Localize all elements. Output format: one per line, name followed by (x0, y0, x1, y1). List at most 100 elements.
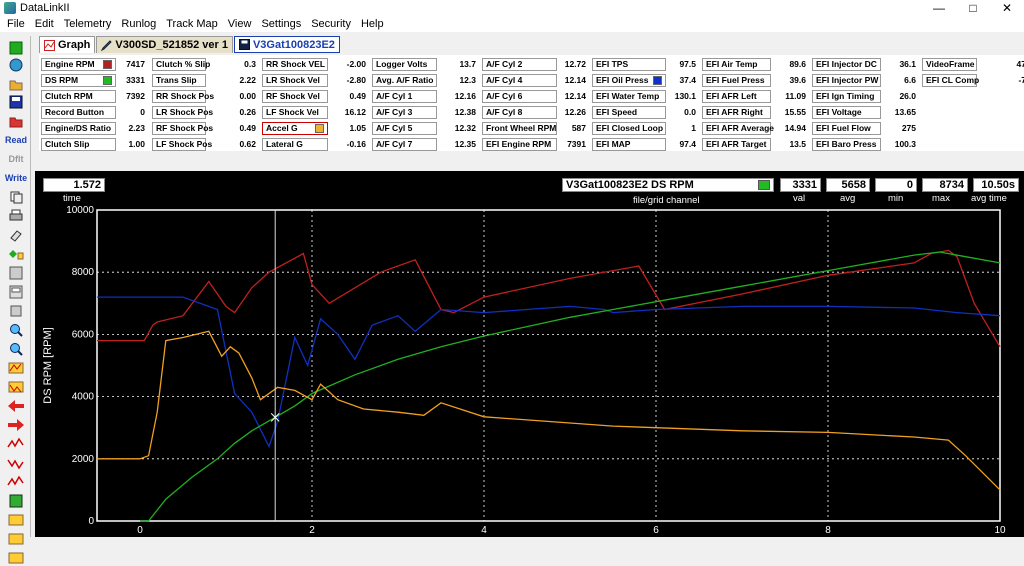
grid-icon[interactable] (4, 265, 28, 281)
channel-cell[interactable]: Engine RPM 7417 (41, 57, 145, 71)
channel-cell[interactable]: EFI Closed Loop 1 (592, 121, 696, 135)
channel-cell[interactable]: DS RPM 3331 (41, 73, 145, 87)
channel-label[interactable]: LR Shock Vel (262, 73, 328, 87)
channel-cell[interactable]: Accel G 1.05 (262, 121, 366, 135)
channel-cell[interactable]: EFI AFR Right 15.55 (702, 105, 806, 119)
default-button[interactable]: Dflt (4, 151, 28, 167)
channel-cell[interactable]: EFI Engine RPM 7391 (482, 137, 586, 151)
channel-cell[interactable]: EFI Speed 0.0 (592, 105, 696, 119)
channel-cell[interactable]: EFI Voltage 13.65 (812, 105, 916, 119)
channel-cell[interactable]: RF Shock Pos 0.49 (152, 121, 256, 135)
channel-label[interactable]: EFI Oil Press (592, 73, 666, 87)
read-button[interactable]: Read (4, 132, 28, 148)
menu-track-map[interactable]: Track Map (161, 18, 223, 30)
sync-icon[interactable] (4, 531, 28, 547)
channel-icon[interactable] (4, 246, 28, 262)
channel-label[interactable]: EFI CL Comp (922, 73, 979, 87)
channel-cell[interactable]: RR Shock VEL -2.00 (262, 57, 366, 71)
channel-label[interactable]: DS RPM (41, 73, 116, 87)
channel-color-swatch[interactable] (315, 123, 324, 133)
channel-label[interactable]: A/F Cyl 2 (482, 57, 557, 71)
channel-label[interactable]: Engine RPM (41, 57, 116, 71)
channel-cell[interactable]: Record Button 0 (41, 105, 145, 119)
channel-cell[interactable]: Lateral G -0.16 (262, 137, 366, 151)
channel-label[interactable]: EFI Air Temp (702, 57, 771, 71)
channel-label[interactable]: Lateral G (262, 137, 328, 151)
channel-cell[interactable]: A/F Cyl 7 12.35 (372, 137, 476, 151)
channel-label[interactable]: Clutch % Slip (152, 57, 210, 71)
channel-cell[interactable]: EFI MAP 97.4 (592, 137, 696, 151)
wave-expand-icon[interactable] (4, 474, 28, 490)
zoom-in-icon[interactable] (4, 322, 28, 338)
channel-cell[interactable]: Trans Slip 2.22 (152, 73, 256, 87)
scale-down-icon[interactable] (4, 379, 28, 395)
channel-color-swatch[interactable] (653, 75, 662, 85)
channel-label[interactable]: Engine/DS Ratio (41, 121, 116, 135)
channel-cell[interactable]: LF Shock Vel 16.12 (262, 105, 366, 119)
channel-cell[interactable]: Clutch Slip 1.00 (41, 137, 145, 151)
channel-cell[interactable]: EFI TPS 97.5 (592, 57, 696, 71)
close-button[interactable]: ✕ (990, 0, 1024, 16)
menu-settings[interactable]: Settings (256, 18, 306, 30)
channel-cell[interactable]: A/F Cyl 8 12.26 (482, 105, 586, 119)
channel-cell[interactable]: EFI AFR Left 11.09 (702, 89, 806, 103)
open-folder-icon[interactable] (4, 76, 28, 92)
eraser-icon[interactable] (4, 227, 28, 243)
rpm-chart[interactable]: 0 2 4 6 8 10 0 2000 4000 6000 8000 10000 DS RPM [RPM… (35, 171, 1024, 537)
channel-label[interactable]: Logger Volts (372, 57, 437, 71)
menu-help[interactable]: Help (356, 18, 389, 30)
channel-label[interactable]: Avg. A/F Ratio (372, 73, 437, 87)
channel-label[interactable]: RF Shock Vel (262, 89, 328, 103)
menu-view[interactable]: View (223, 18, 257, 30)
write-button[interactable]: Write (4, 170, 28, 186)
channel-label[interactable]: EFI MAP (592, 137, 666, 151)
channel-label[interactable]: EFI Injector DC (812, 57, 881, 71)
channel-cell[interactable]: Clutch % Slip 0.3 (152, 57, 256, 71)
channel-label[interactable]: Record Button (41, 105, 116, 119)
wave-left-icon[interactable] (4, 436, 28, 452)
channel-label[interactable]: EFI Speed (592, 105, 666, 119)
channel-label[interactable]: EFI TPS (592, 57, 666, 71)
channel-label[interactable]: A/F Cyl 5 (372, 121, 437, 135)
channel-cell[interactable]: EFI Baro Press 100.3 (812, 137, 916, 151)
channel-label[interactable]: A/F Cyl 8 (482, 105, 557, 119)
channel-label[interactable]: EFI Closed Loop (592, 121, 666, 135)
channel-label[interactable]: EFI AFR Right (702, 105, 771, 119)
layout-icon[interactable] (4, 284, 28, 300)
channel-label[interactable]: EFI Water Temp (592, 89, 666, 103)
channel-label[interactable]: Clutch RPM (41, 89, 116, 103)
channel-label[interactable]: EFI AFR Average (702, 121, 774, 135)
channel-label[interactable]: Trans Slip (152, 73, 206, 87)
channel-cell[interactable]: A/F Cyl 6 12.14 (482, 89, 586, 103)
channel-cell[interactable]: EFI Injector DC 36.1 (812, 57, 916, 71)
channel-label[interactable]: LF Shock Vel (262, 105, 328, 119)
overlay-icon[interactable] (4, 550, 28, 566)
channel-cell[interactable]: EFI CL Comp -7 (922, 73, 1024, 87)
channel-label[interactable]: EFI Injector PW (812, 73, 881, 87)
zoom-out-icon[interactable] (4, 341, 28, 357)
channel-label[interactable]: EFI Ign Timing (812, 89, 881, 103)
maximize-button[interactable]: □ (956, 0, 990, 16)
menu-edit[interactable]: Edit (30, 18, 59, 30)
channel-cell[interactable]: A/F Cyl 1 12.16 (372, 89, 476, 103)
channel-cell[interactable]: EFI Ign Timing 26.0 (812, 89, 916, 103)
channel-cell[interactable]: A/F Cyl 2 12.72 (482, 57, 586, 71)
channel-cell[interactable]: EFI Fuel Press 39.6 (702, 73, 806, 87)
channel-cell[interactable]: RR Shock Pos 0.00 (152, 89, 256, 103)
channel-cell[interactable]: EFI AFR Target 13.5 (702, 137, 806, 151)
channel-cell[interactable]: VideoFrame 47 (922, 57, 1024, 71)
arrow-right-icon[interactable] (4, 417, 28, 433)
save-icon[interactable] (4, 94, 28, 110)
new-icon[interactable] (4, 40, 28, 56)
copy-icon[interactable] (4, 189, 28, 205)
menu-file[interactable]: File (2, 18, 30, 30)
channel-label[interactable]: EFI Fuel Press (702, 73, 771, 87)
open-red-folder-icon[interactable] (4, 113, 28, 129)
channel-cell[interactable]: Avg. A/F Ratio 12.3 (372, 73, 476, 87)
channel-label[interactable]: EFI Fuel Flow (812, 121, 881, 135)
channel-cell[interactable]: A/F Cyl 5 12.32 (372, 121, 476, 135)
channel-color-swatch[interactable] (103, 75, 112, 85)
channel-label[interactable]: EFI Baro Press (812, 137, 881, 151)
channel-label[interactable]: VideoFrame (922, 57, 977, 71)
channel-cell[interactable]: RF Shock Vel 0.49 (262, 89, 366, 103)
